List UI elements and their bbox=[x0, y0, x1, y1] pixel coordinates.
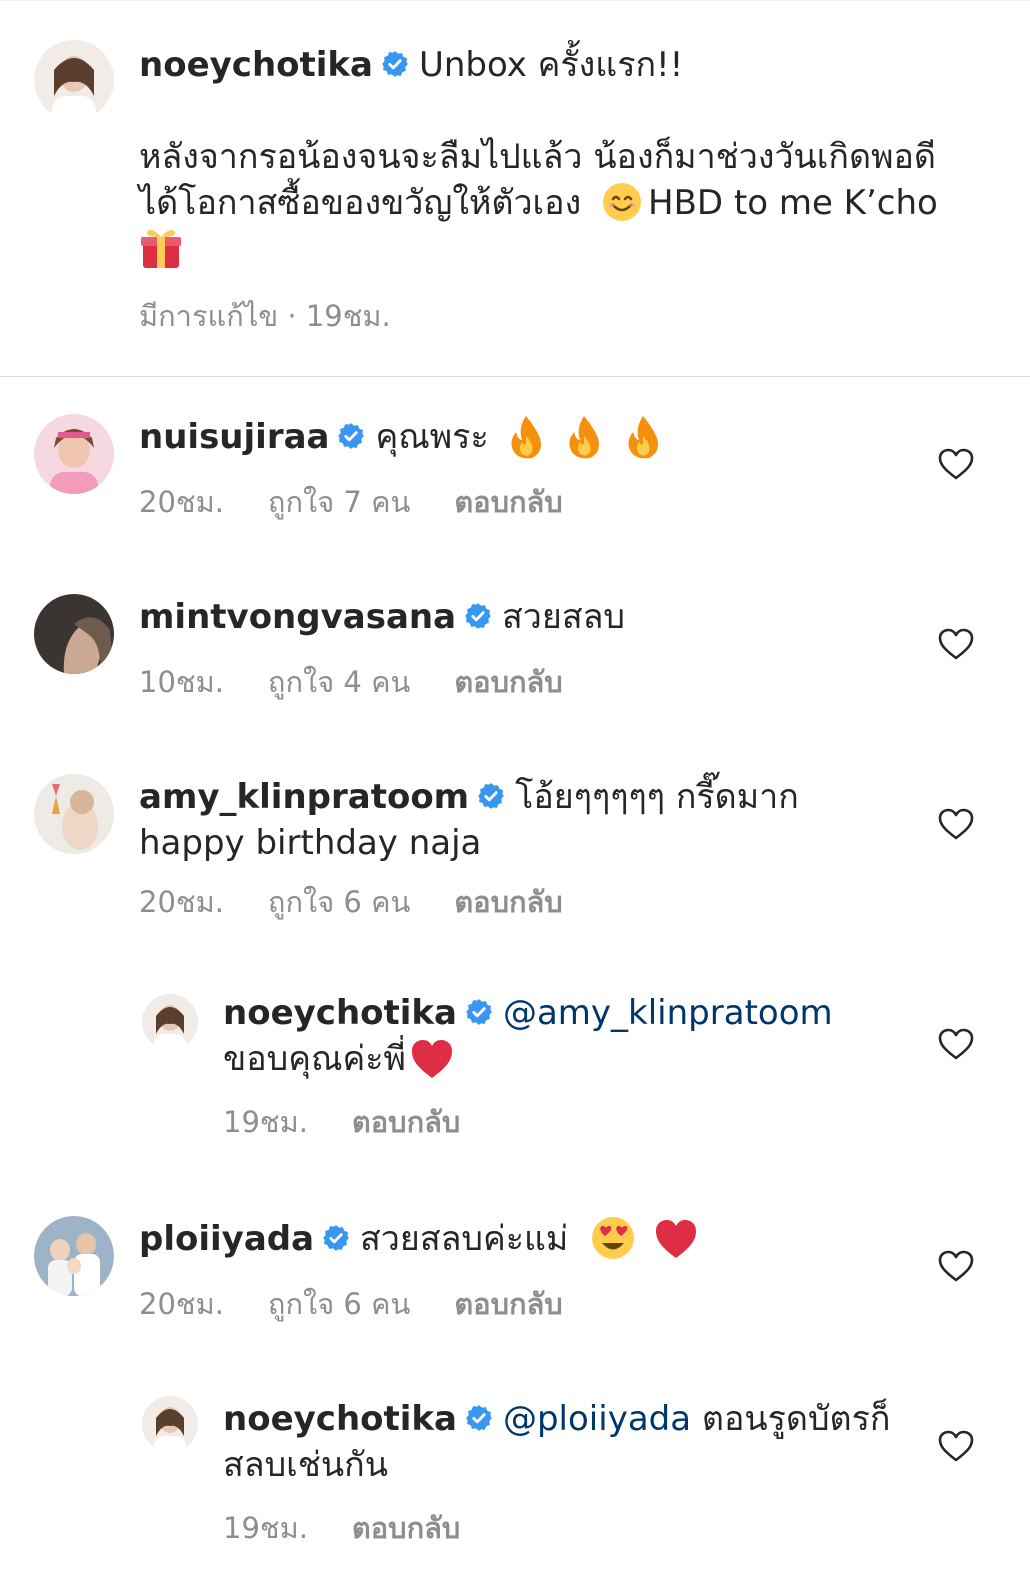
comment-meta: 20ชม. ถูกใจ 6 คน ตอบกลับ bbox=[139, 884, 607, 920]
comment-time: 20ชม. bbox=[139, 885, 224, 919]
reply-button[interactable]: ตอบกลับ bbox=[454, 885, 562, 919]
caption-line-2: ได้โอกาสซื้อของขวัญให้ตัวเอง bbox=[139, 183, 582, 223]
avatar[interactable] bbox=[34, 594, 114, 674]
smiling-face-emoji-icon bbox=[602, 182, 642, 222]
comment-time: 10ชม. bbox=[139, 665, 224, 699]
heart-outline-icon[interactable] bbox=[938, 1028, 974, 1060]
comment-username[interactable]: noeychotika bbox=[223, 1399, 457, 1439]
comment-time: 19ชม. bbox=[223, 1105, 308, 1139]
verified-badge-icon bbox=[381, 50, 409, 78]
reply-button[interactable]: ตอบกลับ bbox=[454, 665, 562, 699]
avatar[interactable] bbox=[34, 1216, 114, 1296]
heart-outline-icon[interactable] bbox=[938, 1250, 974, 1282]
comment-username[interactable]: nuisujiraa bbox=[139, 417, 329, 457]
comment-meta: 20ชม. ถูกใจ 6 คน ตอบกลับ bbox=[139, 1286, 607, 1322]
gift-emoji-icon bbox=[139, 226, 183, 270]
heart-outline-icon[interactable] bbox=[938, 448, 974, 480]
heart-outline-icon[interactable] bbox=[938, 628, 974, 660]
reply-button[interactable]: ตอบกลับ bbox=[454, 1287, 562, 1321]
comment-username[interactable]: noeychotika bbox=[223, 993, 457, 1033]
comment-body: ตอนรูดบัตรก็ bbox=[701, 1399, 891, 1439]
caption-username[interactable]: noeychotika bbox=[139, 45, 373, 85]
comment-time: 19ชม. bbox=[223, 1511, 308, 1545]
mention-link[interactable]: @amy_klinpratoom bbox=[503, 993, 833, 1033]
fire-emoji-icon bbox=[623, 414, 663, 460]
reply-button[interactable]: ตอบกลับ bbox=[454, 485, 562, 519]
heart-eyes-emoji-icon bbox=[591, 1216, 635, 1260]
comment-username[interactable]: ploiiyada bbox=[139, 1219, 314, 1259]
comment-body-line-2: สลบเช่นกัน bbox=[223, 1445, 388, 1485]
fire-emoji-icon bbox=[564, 414, 604, 460]
avatar[interactable] bbox=[34, 774, 114, 854]
top-border bbox=[0, 0, 1030, 1]
comment-body: โอ้ยๆๆๆๆๆ กรี๊ดมาก bbox=[515, 777, 799, 817]
verified-badge-icon bbox=[337, 422, 365, 450]
comment-username[interactable]: amy_klinpratoom bbox=[139, 777, 469, 817]
red-heart-emoji-icon bbox=[654, 1218, 698, 1260]
comment-meta: 19ชม. ตอบกลับ bbox=[223, 1104, 504, 1140]
comment-likes[interactable]: ถูกใจ 4 คน bbox=[268, 665, 410, 699]
verified-badge-icon bbox=[465, 998, 493, 1026]
verified-badge-icon bbox=[465, 1404, 493, 1432]
caption-text: noeychotika Unbox ครั้งแรก!! หลังจากรอน้อ… bbox=[139, 42, 979, 276]
comment-body-line-2: happy birthday naja bbox=[139, 823, 482, 863]
comment-body: สวยสลบค่ะแม่ bbox=[360, 1219, 569, 1259]
verified-badge-icon bbox=[464, 602, 492, 630]
avatar[interactable] bbox=[34, 414, 114, 494]
comment-body: ขอบคุณค่ะพี่ bbox=[223, 1039, 406, 1079]
comment-text: nuisujiraa คุณพระ bbox=[139, 414, 899, 460]
comment-text: amy_klinpratoom โอ้ยๆๆๆๆๆ กรี๊ดมาก happy … bbox=[139, 774, 899, 866]
reply-button[interactable]: ตอบกลับ bbox=[352, 1105, 460, 1139]
comment-username[interactable]: mintvongvasana bbox=[139, 597, 456, 637]
mention-link[interactable]: @ploiiyada bbox=[503, 1399, 691, 1439]
avatar[interactable] bbox=[34, 40, 114, 120]
avatar[interactable] bbox=[142, 1396, 198, 1452]
heart-outline-icon[interactable] bbox=[938, 1430, 974, 1462]
verified-badge-icon bbox=[477, 782, 505, 810]
comment-text: ploiiyada สวยสลบค่ะแม่ bbox=[139, 1216, 899, 1262]
comment-text: mintvongvasana สวยสลบ bbox=[139, 594, 899, 640]
fire-emoji-icon bbox=[506, 414, 546, 460]
heart-outline-icon[interactable] bbox=[938, 808, 974, 840]
comment-meta: 10ชม. ถูกใจ 4 คน ตอบกลับ bbox=[139, 664, 607, 700]
avatar[interactable] bbox=[142, 994, 198, 1050]
comment-meta: 19ชม. ตอบกลับ bbox=[223, 1510, 504, 1546]
comment-body: คุณพระ bbox=[375, 417, 489, 457]
caption-title: Unbox ครั้งแรก!! bbox=[418, 45, 684, 85]
caption-meta: มีการแก้ไข · 19ชม. bbox=[139, 299, 391, 333]
verified-badge-icon bbox=[322, 1224, 350, 1252]
comment-likes[interactable]: ถูกใจ 6 คน bbox=[268, 1287, 410, 1321]
comments-screen: noeychotika Unbox ครั้งแรก!! หลังจากรอน้อ… bbox=[0, 0, 1030, 1590]
caption-line-2-end: HBD to me K’cho bbox=[648, 183, 938, 223]
red-heart-emoji-icon bbox=[410, 1038, 454, 1080]
comment-body: สวยสลบ bbox=[502, 597, 625, 637]
comment-likes[interactable]: ถูกใจ 6 คน bbox=[268, 885, 410, 919]
reply-text: noeychotika @ploiiyada ตอนรูดบัตรก็ สลบเช… bbox=[223, 1396, 903, 1488]
caption-divider bbox=[0, 376, 1030, 377]
reply-text: noeychotika @amy_klinpratoom ขอบคุณค่ะพี่ bbox=[223, 990, 903, 1082]
comment-time: 20ชม. bbox=[139, 1287, 224, 1321]
comment-likes[interactable]: ถูกใจ 7 คน bbox=[268, 485, 410, 519]
reply-button[interactable]: ตอบกลับ bbox=[352, 1511, 460, 1545]
comment-meta: 20ชม. ถูกใจ 7 คน ตอบกลับ bbox=[139, 484, 607, 520]
caption-line-1: หลังจากรอน้องจนจะลืมไปแล้ว น้องก็มาช่วงว… bbox=[139, 137, 936, 177]
comment-time: 20ชม. bbox=[139, 485, 224, 519]
